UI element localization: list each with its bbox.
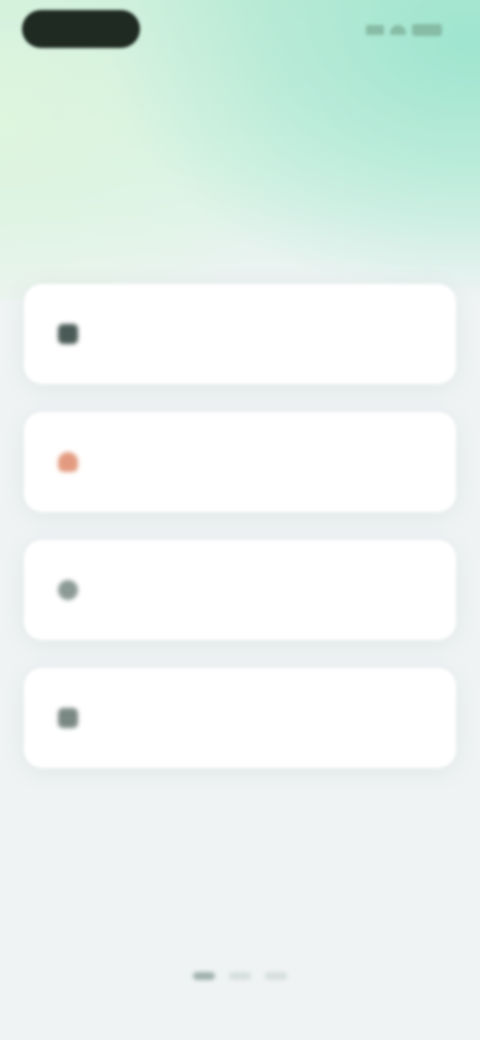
option-card-2[interactable] [24,412,456,512]
option-card-3[interactable] [24,540,456,640]
page-dot[interactable] [265,972,287,980]
flame-icon [58,452,78,472]
battery-icon [412,24,442,36]
person-icon [58,580,78,600]
page-indicator [0,972,480,980]
status-icons [366,24,442,36]
signal-icon [366,25,384,35]
option-card-1[interactable] [24,284,456,384]
status-time-pill [22,10,140,48]
wifi-icon [390,25,406,35]
chart-icon [58,708,78,728]
app-screen [0,0,480,1040]
option-card-4[interactable] [24,668,456,768]
page-dot[interactable] [229,972,251,980]
device-icon [58,324,78,344]
page-dot-active[interactable] [193,972,215,980]
status-bar [0,0,480,60]
